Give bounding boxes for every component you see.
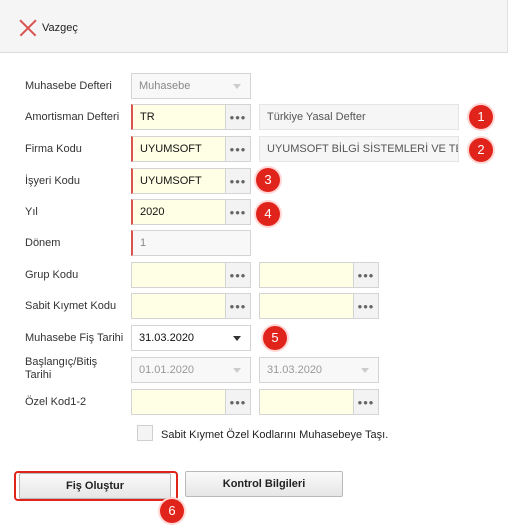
lookup-button[interactable]: ••• <box>225 200 250 224</box>
chevron-down-icon <box>233 368 241 373</box>
lookup-button[interactable]: ••• <box>225 294 250 318</box>
callout-badge-3: 3 <box>256 168 280 192</box>
isyeri-kodu-input[interactable]: UYUMSOFT ••• <box>131 168 251 194</box>
firma-kodu-value: UYUMSOFT <box>140 143 202 155</box>
label-muhasebe-fis-tarihi: Muhasebe Fiş Tarihi <box>25 332 124 344</box>
lookup-button[interactable]: ••• <box>225 105 250 129</box>
label-muhasebe-defteri: Muhasebe Defteri <box>25 80 112 92</box>
label-sabit-kiymet-kodu: Sabit Kıymet Kodu <box>25 300 117 312</box>
muhasebe-fis-tarihi-date[interactable]: 31.03.2020 <box>131 325 251 351</box>
muhasebe-fis-tarihi-value: 31.03.2020 <box>139 332 195 344</box>
ozel-kod-2-input[interactable]: ••• <box>259 389 379 415</box>
amortisman-defteri-input[interactable]: TR ••• <box>131 104 251 130</box>
lookup-button[interactable]: ••• <box>225 390 250 414</box>
chevron-down-icon <box>361 368 369 373</box>
label-amortisman-defteri: Amortisman Defteri <box>25 111 120 123</box>
bitis-tarihi-value: 31.03.2020 <box>267 364 323 376</box>
muhasebe-defteri-select[interactable]: Muhasebe <box>131 73 251 99</box>
firma-kodu-description: UYUMSOFT BİLGİ SİSTEMLERİ VE TEKNO <box>259 136 459 162</box>
ozel-kod-tasi-checkbox[interactable] <box>137 425 153 441</box>
lookup-button[interactable]: ••• <box>353 294 378 318</box>
lookup-button[interactable]: ••• <box>225 137 250 161</box>
label-isyeri-kodu: İşyeri Kodu <box>25 175 81 187</box>
muhasebe-defteri-value: Muhasebe <box>139 80 191 92</box>
grup-kodu-input-1[interactable]: ••• <box>131 262 251 288</box>
callout-badge-2: 2 <box>469 138 493 162</box>
kontrol-bilgileri-button[interactable]: Kontrol Bilgileri <box>185 471 343 497</box>
yil-input[interactable]: 2020 ••• <box>131 199 251 225</box>
lookup-button[interactable]: ••• <box>353 390 378 414</box>
close-icon <box>19 19 37 37</box>
lookup-button[interactable]: ••• <box>353 263 378 287</box>
label-baslangic-bitis-tarihi: Başlangıç/Bitiş Tarihi <box>25 356 98 381</box>
label-grup-kodu: Grup Kodu <box>25 269 79 281</box>
bitis-tarihi-date[interactable]: 31.03.2020 <box>259 357 379 383</box>
callout-badge-6: 6 <box>160 499 184 523</box>
chevron-down-icon[interactable] <box>233 336 241 341</box>
label-firma-kodu: Firma Kodu <box>25 143 82 155</box>
sabit-kiymet-kodu-input-1[interactable]: ••• <box>131 293 251 319</box>
isyeri-kodu-value: UYUMSOFT <box>140 175 202 187</box>
callout-badge-5: 5 <box>263 326 287 350</box>
label-ozel-kod: Özel Kod1-2 <box>25 396 87 408</box>
lookup-button[interactable]: ••• <box>225 169 250 193</box>
cancel-label: Vazgeç <box>42 22 78 34</box>
firma-kodu-input[interactable]: UYUMSOFT ••• <box>131 136 251 162</box>
grup-kodu-input-2[interactable]: ••• <box>259 262 379 288</box>
amortisman-defteri-description: Türkiye Yasal Defter <box>259 104 459 130</box>
sabit-kiymet-kodu-input-2[interactable]: ••• <box>259 293 379 319</box>
callout-badge-1: 1 <box>469 105 493 129</box>
firma-kodu-description-text: UYUMSOFT BİLGİ SİSTEMLERİ VE TEKNO <box>267 143 458 155</box>
baslangic-tarihi-date[interactable]: 01.01.2020 <box>131 357 251 383</box>
chevron-down-icon <box>233 84 241 89</box>
toolbar: Vazgeç <box>0 0 508 53</box>
fis-olustur-button[interactable]: Fiş Oluştur <box>19 473 171 499</box>
donem-input[interactable]: 1 <box>131 230 251 256</box>
amortisman-defteri-description-text: Türkiye Yasal Defter <box>267 111 366 123</box>
yil-value: 2020 <box>140 206 165 218</box>
lookup-button[interactable]: ••• <box>225 263 250 287</box>
amortisman-defteri-value: TR <box>140 111 155 123</box>
label-donem: Dönem <box>25 237 61 249</box>
ozel-kod-tasi-label: Sabit Kıymet Özel Kodlarını Muhasebeye T… <box>161 429 389 441</box>
donem-value: 1 <box>140 237 147 249</box>
cancel-button[interactable]: Vazgeç <box>19 19 78 37</box>
label-yil: Yıl <box>25 206 38 218</box>
ozel-kod-1-input[interactable]: ••• <box>131 389 251 415</box>
callout-badge-4: 4 <box>256 202 280 226</box>
baslangic-tarihi-value: 01.01.2020 <box>139 364 195 376</box>
